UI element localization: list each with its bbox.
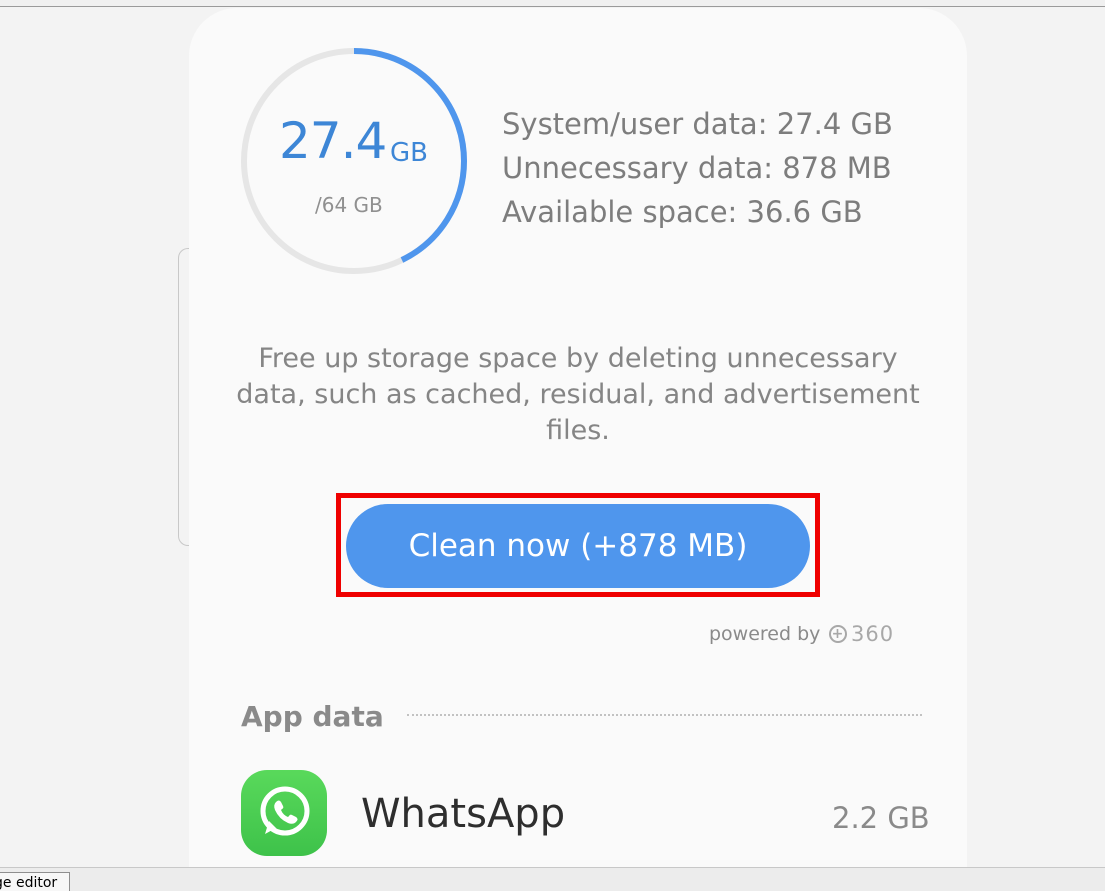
app-data-title: App data [241, 700, 384, 733]
used-storage-unit: GB [390, 138, 428, 168]
window-top-border [0, 0, 1105, 7]
whatsapp-icon[interactable] [241, 770, 327, 856]
total-capacity: /64 GB [315, 193, 383, 217]
app-name-whatsapp[interactable]: WhatsApp [361, 791, 565, 837]
section-divider [407, 714, 922, 716]
stat-available-space: Available space: 36.6 GB [502, 195, 863, 229]
stat-unnecessary-data: Unnecessary data: 878 MB [502, 151, 892, 185]
storage-card: 27.4 GB /64 GB System/user data: 27.4 GB… [189, 8, 967, 868]
logo-360: + 360 [829, 622, 894, 646]
clean-now-button[interactable]: Clean now (+878 MB) [346, 504, 810, 588]
used-storage-value: 27.4 [279, 112, 387, 170]
powered-by-label: powered by [709, 623, 821, 645]
cleanup-description: Free up storage space by deleting unnece… [236, 343, 920, 446]
storage-stats: System/user data: 27.4 GB Unnecessary da… [502, 102, 893, 234]
logo-360-text: 360 [851, 622, 895, 646]
stat-system-user-data: System/user data: 27.4 GB [502, 107, 893, 141]
whatsapp-logo [260, 786, 310, 836]
bottom-taskbar [0, 867, 1105, 891]
taskbar-tab[interactable]: ge editor [0, 872, 70, 891]
plus-circle-icon: + [829, 625, 847, 643]
app-size-whatsapp: 2.2 GB [832, 801, 930, 835]
